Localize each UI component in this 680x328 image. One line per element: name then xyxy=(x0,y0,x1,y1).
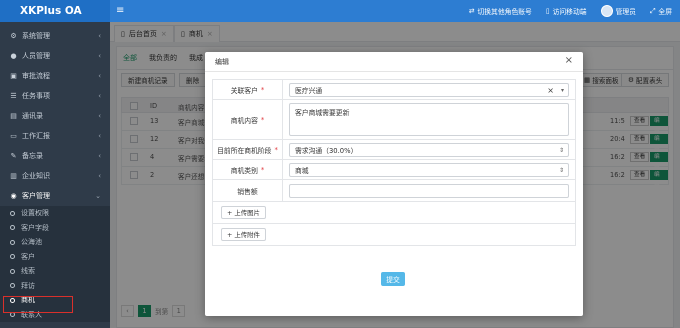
chevron-left-icon: ‹ xyxy=(98,32,101,40)
content-textarea[interactable]: 客户商城需要更新 xyxy=(289,103,569,136)
circle-icon xyxy=(10,225,15,231)
mobile-link[interactable]: ▯ 访问移动端 xyxy=(546,6,587,16)
sidebar-item-system[interactable]: ⚙ 系统管理 ‹ xyxy=(0,26,110,46)
gear-icon: ⚙ xyxy=(10,32,17,40)
sidebar-item-reports[interactable]: ▭ 工作汇报 ‹ xyxy=(0,126,110,146)
circle-icon xyxy=(10,210,15,216)
chevron-left-icon: ‹ xyxy=(98,132,101,140)
report-icon: ▭ xyxy=(10,132,17,140)
form-row-content: 商机内容 * 客户商城需要更新 xyxy=(212,99,576,139)
sidebar-item-approval[interactable]: ▣ 审批流程 ‹ xyxy=(0,66,110,86)
top-header: XKPlus OA ≡ ⇄ 切换其他角色账号 ▯ 访问移动端 管理员 ⤢ 全屏 xyxy=(0,0,680,22)
hamburger-icon[interactable]: ≡ xyxy=(116,5,124,17)
chevron-left-icon: ‹ xyxy=(98,172,101,180)
stage-select[interactable]: 需求沟通（30.0%） ⇕ xyxy=(289,143,569,157)
expand-icon: ⤢ xyxy=(649,6,656,15)
book-icon: ▥ xyxy=(10,172,17,180)
sidebar-sub-leads[interactable]: 线索 xyxy=(0,264,110,279)
edit-form: 关联客户 * 医疗兴通 × ▾ 商机内容 * 客户商城需要更新 目前所在商机阶段 * … xyxy=(212,79,576,289)
sidebar-sub-permissions[interactable]: 设置权限 xyxy=(0,206,110,221)
user-icon: ● xyxy=(10,52,17,60)
modal-title: 编辑 xyxy=(205,52,583,72)
circle-icon xyxy=(10,268,15,274)
form-row-type: 商机类别 * 商城 ⇕ xyxy=(212,159,576,179)
highlight-box xyxy=(3,296,73,313)
circle-icon xyxy=(10,254,15,260)
chevron-left-icon: ‹ xyxy=(98,52,101,60)
form-row-customer: 关联客户 * 医疗兴通 × ▾ xyxy=(212,79,576,99)
sidebar-item-contacts[interactable]: ▤ 通讯录 ‹ xyxy=(0,106,110,126)
edit-modal: 编辑 × 关联客户 * 医疗兴通 × ▾ 商机内容 * 客户商城需要更新 目前所在商… xyxy=(205,52,583,316)
chevron-down-icon: ⌄ xyxy=(95,192,101,200)
user-menu[interactable]: 管理员 xyxy=(600,5,636,17)
clear-icon[interactable]: × xyxy=(547,86,554,95)
switch-icon: ⇄ xyxy=(468,7,475,15)
amount-input[interactable] xyxy=(289,184,569,198)
task-icon: ☰ xyxy=(10,92,17,100)
field-label: 销售额 xyxy=(213,180,283,201)
contacts-icon: ▤ xyxy=(10,112,17,120)
field-label: 目前所在商机阶段 * xyxy=(213,140,283,159)
chevron-left-icon: ‹ xyxy=(98,72,101,80)
submit-button[interactable]: 提交 xyxy=(381,272,405,286)
field-label: 商机内容 * xyxy=(213,100,283,139)
form-row-amount: 销售额 xyxy=(212,179,576,201)
chevron-left-icon: ‹ xyxy=(98,152,101,160)
plus-icon: + xyxy=(227,230,233,239)
sidebar-sub-customer[interactable]: 客户 xyxy=(0,249,110,264)
sidebar-item-staff[interactable]: ● 人员管理 ‹ xyxy=(0,46,110,66)
memo-icon: ✎ xyxy=(10,152,17,160)
field-label: 关联客户 * xyxy=(213,80,283,99)
updown-icon: ⇕ xyxy=(558,166,564,174)
upload-image-button[interactable]: + 上传图片 xyxy=(221,206,266,219)
customer-select[interactable]: 医疗兴通 × ▾ xyxy=(289,83,569,97)
sidebar-sub-visits[interactable]: 拜访 xyxy=(0,278,110,293)
updown-icon: ⇕ xyxy=(558,146,564,154)
customer-icon: ◉ xyxy=(10,192,17,200)
fullscreen-button[interactable]: ⤢ 全屏 xyxy=(649,6,672,17)
mobile-icon: ▯ xyxy=(545,7,550,15)
sidebar-item-knowledge[interactable]: ▥ 企业知识 ‹ xyxy=(0,166,110,186)
type-select[interactable]: 商城 ⇕ xyxy=(289,163,569,177)
circle-icon xyxy=(10,283,15,289)
form-row-stage: 目前所在商机阶段 * 需求沟通（30.0%） ⇕ xyxy=(212,139,576,159)
plus-icon: + xyxy=(227,208,233,217)
chevron-left-icon: ‹ xyxy=(98,112,101,120)
avatar xyxy=(600,5,613,17)
sidebar-item-customers[interactable]: ◉ 客户管理 ⌄ xyxy=(0,186,110,206)
sidebar: ⚙ 系统管理 ‹ ● 人员管理 ‹ ▣ 审批流程 ‹ ☰ 任务事项 ‹ ▤ 通讯录 ‹ ▭ 工作汇报 ‹… xyxy=(0,22,110,328)
sidebar-sub-fields[interactable]: 客户字段 xyxy=(0,220,110,235)
sidebar-sub-pool[interactable]: 公海池 xyxy=(0,235,110,250)
sidebar-item-tasks[interactable]: ☰ 任务事项 ‹ xyxy=(0,86,110,106)
circle-icon xyxy=(10,239,15,245)
header-actions: ⇄ 切换其他角色账号 ▯ 访问移动端 管理员 ⤢ 全屏 xyxy=(469,0,672,22)
upload-file-button[interactable]: + 上传附件 xyxy=(221,228,266,241)
sidebar-item-memo[interactable]: ✎ 备忘录 ‹ xyxy=(0,146,110,166)
circle-icon xyxy=(10,312,15,318)
close-icon[interactable]: × xyxy=(565,55,573,66)
form-row-upload-image: + 上传图片 xyxy=(212,201,576,223)
switch-role-link[interactable]: ⇄ 切换其他角色账号 xyxy=(469,6,532,16)
app-brand[interactable]: XKPlus OA xyxy=(0,0,110,22)
field-label: 商机类别 * xyxy=(213,160,283,179)
caret-down-icon: ▾ xyxy=(560,86,564,94)
flow-icon: ▣ xyxy=(10,72,17,80)
chevron-left-icon: ‹ xyxy=(98,92,101,100)
form-row-upload-file: + 上传附件 xyxy=(212,223,576,246)
